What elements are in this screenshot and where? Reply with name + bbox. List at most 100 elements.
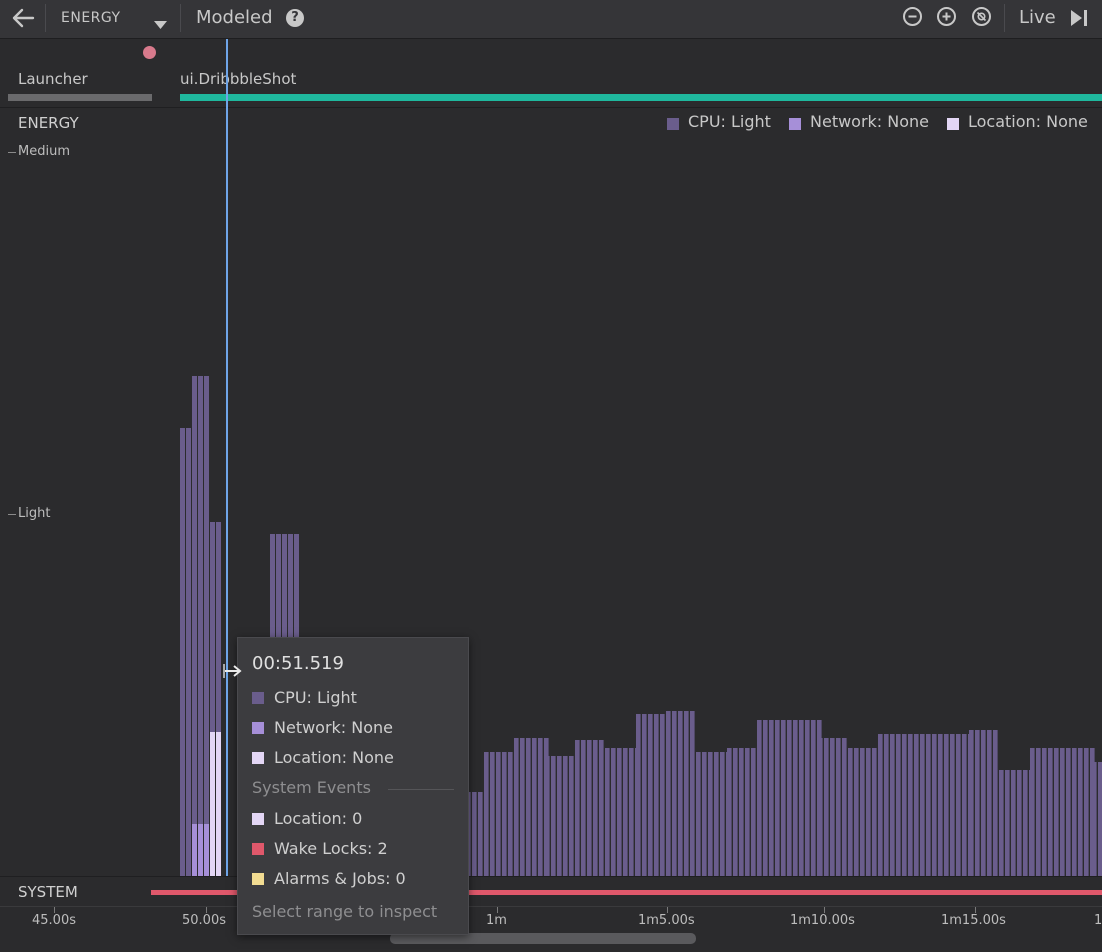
cpu-bar bbox=[908, 734, 913, 876]
tooltip-alarms: Alarms & Jobs: 0 bbox=[274, 869, 406, 888]
cpu-bar bbox=[884, 734, 889, 876]
cpu-bar bbox=[720, 752, 725, 876]
cpu-bar bbox=[727, 748, 732, 876]
tooltip-wakelocks-row: Wake Locks: 2 bbox=[252, 839, 388, 858]
user-event-dot[interactable] bbox=[143, 46, 156, 59]
cpu-bar bbox=[872, 748, 877, 876]
cpu-bar bbox=[842, 738, 847, 876]
cpu-bar bbox=[1098, 762, 1102, 876]
cpu-bar bbox=[660, 714, 665, 876]
cpu-bar bbox=[1072, 748, 1077, 876]
cpu-bar bbox=[605, 748, 610, 876]
cpu-bar bbox=[987, 730, 992, 876]
tooltip-divider bbox=[388, 789, 454, 790]
activity-dribbbleshot-label: ui.DribbbleShot bbox=[180, 70, 297, 88]
axis-label-1m10s: 1m10.00s bbox=[790, 913, 855, 928]
cpu-bar bbox=[1011, 770, 1016, 876]
toolbar-divider bbox=[1004, 4, 1005, 32]
cpu-bar bbox=[999, 770, 1004, 876]
activity-dribbbleshot-bar[interactable] bbox=[180, 94, 1102, 101]
toolbar-divider bbox=[45, 4, 46, 32]
activity-launcher-label: Launcher bbox=[18, 70, 88, 88]
cpu-bar bbox=[1066, 748, 1071, 876]
cpu-bar bbox=[617, 748, 622, 876]
cpu-bar bbox=[1023, 770, 1028, 876]
tooltip-network: Network: None bbox=[274, 718, 394, 737]
energy-chart[interactable]: ENERGY Medium Light CPU: Light Network: … bbox=[0, 108, 1102, 876]
timeline-cursor[interactable] bbox=[226, 39, 228, 906]
cpu-bar bbox=[508, 752, 513, 876]
cpu-bar bbox=[805, 720, 810, 876]
cpu-bar bbox=[902, 734, 907, 876]
network-bar bbox=[198, 824, 203, 876]
location-swatch bbox=[252, 752, 264, 764]
cpu-bar bbox=[1036, 748, 1041, 876]
cpu-bar bbox=[769, 720, 774, 876]
toolbar-divider bbox=[180, 4, 181, 32]
tooltip-location: Location: None bbox=[274, 748, 394, 767]
cpu-bar bbox=[581, 740, 586, 876]
cpu-bar bbox=[520, 738, 525, 876]
cpu-bar bbox=[890, 734, 895, 876]
cpu-bar bbox=[648, 714, 653, 876]
network-bar bbox=[204, 824, 209, 876]
zoom-in-icon[interactable] bbox=[937, 7, 956, 26]
cpu-bar bbox=[1054, 748, 1059, 876]
cpu-bar bbox=[830, 738, 835, 876]
cpu-bar bbox=[878, 734, 883, 876]
cpu-bar bbox=[739, 748, 744, 876]
cpu-bar bbox=[575, 740, 580, 876]
back-arrow-icon[interactable] bbox=[10, 6, 36, 30]
cpu-bar bbox=[781, 720, 786, 876]
help-icon[interactable]: ? bbox=[286, 9, 304, 27]
cpu-bar bbox=[751, 748, 756, 876]
live-button[interactable]: Live bbox=[1019, 0, 1056, 36]
axis-label-1m5s: 1m5.00s bbox=[638, 913, 695, 928]
monitor-select[interactable]: ENERGY bbox=[61, 0, 121, 36]
cpu-bar bbox=[690, 711, 695, 876]
cpu-bar bbox=[793, 720, 798, 876]
cpu-bar bbox=[811, 720, 816, 876]
cpu-swatch bbox=[252, 692, 264, 704]
cpu-bar bbox=[478, 792, 483, 876]
chevron-down-icon[interactable] bbox=[154, 14, 167, 33]
tooltip-cpu-row: CPU: Light bbox=[252, 688, 357, 707]
go-live-icon[interactable] bbox=[1070, 9, 1090, 31]
cpu-bar bbox=[587, 740, 592, 876]
cpu-bar bbox=[1017, 770, 1022, 876]
time-axis: 45.00s 50.00s 1m 1m5.00s 1m10.00s 1m15.0… bbox=[0, 906, 1102, 952]
live-label: Live bbox=[1019, 7, 1056, 28]
cpu-bar bbox=[623, 748, 628, 876]
tooltip-cpu: CPU: Light bbox=[274, 688, 357, 707]
cpu-bar bbox=[799, 720, 804, 876]
zoom-out-icon[interactable] bbox=[903, 7, 922, 26]
cpu-bar bbox=[696, 752, 701, 876]
cpu-bar bbox=[192, 376, 197, 876]
cpu-bar bbox=[496, 752, 501, 876]
location-bar bbox=[216, 732, 221, 876]
cpu-bar bbox=[551, 756, 556, 876]
cpu-bar bbox=[969, 730, 974, 876]
axis-label-50s: 50.00s bbox=[182, 913, 226, 928]
cpu-bar bbox=[944, 734, 949, 876]
cpu-bar bbox=[204, 376, 209, 876]
activity-track: Launcher ui.DribbbleShot bbox=[0, 39, 1102, 108]
cpu-bar bbox=[611, 748, 616, 876]
cpu-bar bbox=[654, 714, 659, 876]
cpu-bar bbox=[993, 730, 998, 876]
activity-launcher-bar[interactable] bbox=[8, 94, 152, 101]
cpu-bar bbox=[569, 756, 574, 876]
tooltip-network-row: Network: None bbox=[252, 718, 393, 737]
system-track: SYSTEM bbox=[0, 876, 1102, 907]
modeled-label: Modeled bbox=[196, 7, 273, 28]
toolbar: ENERGY Modeled ? Live bbox=[0, 0, 1102, 39]
reset-zoom-icon[interactable] bbox=[972, 7, 991, 26]
cpu-bar bbox=[1005, 770, 1010, 876]
network-swatch bbox=[252, 722, 264, 734]
tooltip-wakelocks: Wake Locks: 2 bbox=[274, 839, 388, 858]
axis-label-1m: 1m bbox=[486, 913, 507, 928]
cpu-bar bbox=[775, 720, 780, 876]
cpu-bar bbox=[950, 734, 955, 876]
cpu-bar bbox=[836, 738, 841, 876]
cpu-bar bbox=[1060, 748, 1065, 876]
